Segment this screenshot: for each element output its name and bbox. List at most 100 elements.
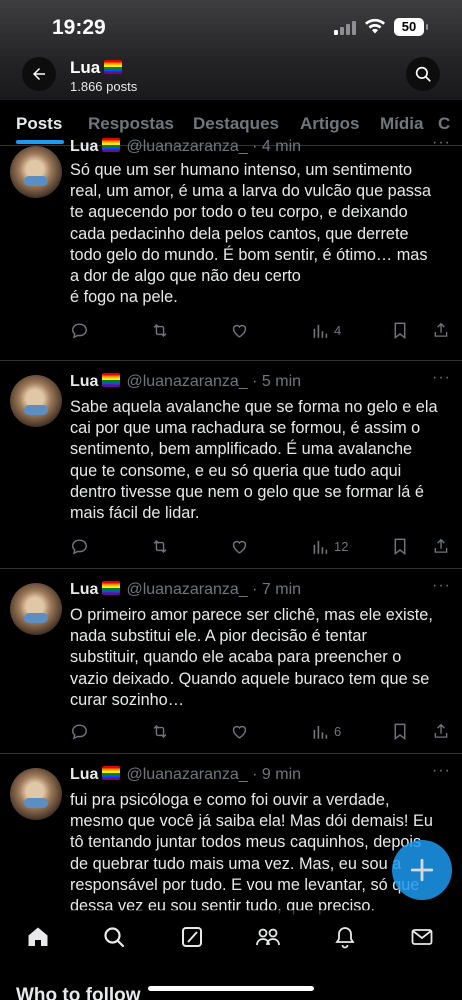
avatar[interactable]: [10, 375, 62, 427]
bottom-nav: [0, 910, 462, 962]
like-icon: [232, 324, 247, 338]
bookmark-icon: [394, 538, 406, 555]
tweet[interactable]: Lua @luanazaranza_ · 7 min ··· O primeiro…: [0, 569, 462, 754]
share-icon: [434, 723, 448, 738]
tweet-author-name[interactable]: Lua: [70, 138, 98, 155]
tweet-header: Lua @luanazaranza_ · 5 min: [70, 373, 301, 391]
more-options-icon[interactable]: ···: [432, 369, 451, 387]
like-button[interactable]: [230, 320, 249, 340]
retweet-button[interactable]: [150, 320, 170, 340]
search-button[interactable]: [406, 57, 440, 91]
avatar[interactable]: [10, 583, 62, 635]
views-count: 4: [334, 322, 342, 338]
tweet-handle[interactable]: @luanazaranza_: [126, 373, 247, 390]
nav-search[interactable]: [101, 924, 127, 950]
share-button[interactable]: [432, 721, 450, 741]
back-button[interactable]: [22, 57, 56, 91]
nav-messages[interactable]: [409, 924, 435, 950]
tweet-author-name[interactable]: Lua: [70, 581, 98, 598]
tweet-timestamp[interactable]: · 5 min: [252, 373, 301, 390]
retweet-icon: [153, 539, 167, 553]
back-arrow-icon: [33, 68, 45, 80]
tab-midia[interactable]: Mídia: [380, 114, 423, 134]
views-button[interactable]: 6: [312, 721, 341, 741]
tab-destaques[interactable]: Destaques: [193, 114, 279, 134]
share-button[interactable]: [432, 320, 450, 340]
tweet-timestamp[interactable]: · 7 min: [252, 581, 301, 598]
more-options-icon[interactable]: ···: [432, 134, 451, 152]
cellular-signal-icon: [334, 20, 356, 35]
views-count: 6: [334, 723, 342, 739]
reply-button[interactable]: [70, 721, 89, 741]
posts-count: 1.866 posts: [70, 79, 138, 94]
grok-icon: [182, 927, 202, 947]
profile-name: Lua: [70, 58, 128, 78]
tweet-header: Lua @luanazaranza_ · 4 min: [70, 138, 301, 156]
tweet-timestamp[interactable]: · 4 min: [252, 138, 301, 155]
views-button[interactable]: 12: [312, 536, 348, 556]
rainbow-flag-icon: [102, 138, 121, 152]
tweet-handle[interactable]: @luanazaranza_: [126, 581, 247, 598]
like-icon: [232, 540, 247, 554]
tab-respostas[interactable]: Respostas: [88, 114, 174, 134]
tweet[interactable]: Lua @luanazaranza_ · 5 min ··· Sabe aquel…: [0, 361, 462, 569]
who-to-follow-heading: Who to follow: [16, 985, 141, 1000]
tweet-text: Sabe aquela avalanche que se forma no ge…: [70, 398, 438, 523]
rainbow-flag-icon: [104, 60, 123, 74]
avatar[interactable]: [10, 768, 62, 820]
retweet-icon: [153, 323, 167, 337]
more-options-icon[interactable]: ···: [432, 762, 451, 780]
compose-button[interactable]: [392, 840, 452, 900]
nav-notifications[interactable]: [332, 924, 358, 950]
bookmark-icon: [394, 322, 406, 339]
tweet[interactable]: Lua @luanazaranza_ · 4 min ··· Só que um …: [0, 134, 462, 361]
home-icon: [28, 927, 48, 946]
search-icon: [415, 66, 431, 82]
reply-icon: [72, 322, 87, 338]
rainbow-flag-icon: [102, 581, 121, 595]
rainbow-flag-icon: [102, 373, 121, 387]
bookmark-icon: [394, 723, 406, 740]
nav-communities[interactable]: [255, 924, 281, 950]
tweet-handle[interactable]: @luanazaranza_: [126, 138, 247, 155]
tweet-author-name[interactable]: Lua: [70, 766, 98, 783]
like-icon: [232, 725, 247, 739]
tweet-author-name[interactable]: Lua: [70, 373, 98, 390]
views-icon: [313, 324, 328, 338]
tweet-handle[interactable]: @luanazaranza_: [126, 766, 247, 783]
reply-icon: [72, 723, 87, 739]
nav-grok[interactable]: [179, 924, 205, 950]
compose-plus-icon: [410, 858, 434, 882]
home-indicator[interactable]: [148, 986, 314, 991]
tweet-text: O primeiro amor parece ser clichê, mas e…: [70, 606, 433, 709]
share-button[interactable]: [432, 536, 450, 556]
search-icon: [104, 927, 125, 948]
communities-icon: [256, 928, 280, 946]
tweet-text: Só que um ser humano intenso, um sentime…: [70, 161, 432, 307]
bookmark-button[interactable]: [392, 320, 408, 340]
bookmark-button[interactable]: [392, 536, 408, 556]
tweet-header: Lua @luanazaranza_ · 7 min: [70, 581, 301, 599]
profile-header: 19:29 50 Lua 1.866 posts: [0, 0, 462, 100]
like-button[interactable]: [230, 536, 249, 556]
tweet-timestamp[interactable]: · 9 min: [252, 766, 301, 783]
more-options-icon[interactable]: ···: [432, 577, 451, 595]
retweet-button[interactable]: [150, 536, 170, 556]
views-button[interactable]: 4: [312, 320, 341, 340]
retweet-button[interactable]: [150, 721, 170, 741]
reply-button[interactable]: [70, 536, 89, 556]
tab-artigos[interactable]: Artigos: [300, 114, 360, 134]
status-time: 19:29: [52, 16, 106, 39]
notifications-icon: [335, 927, 355, 949]
wifi-icon: [364, 17, 386, 39]
reply-button[interactable]: [70, 320, 89, 340]
nav-home[interactable]: [25, 924, 51, 950]
bookmark-button[interactable]: [392, 721, 408, 741]
avatar[interactable]: [10, 146, 62, 198]
views-icon: [313, 725, 328, 739]
tab-posts[interactable]: Posts: [16, 114, 62, 134]
tweet-actions: 4: [70, 320, 454, 340]
battery-indicator: 50: [394, 18, 428, 36]
tab-more[interactable]: C: [438, 114, 450, 134]
like-button[interactable]: [230, 721, 249, 741]
